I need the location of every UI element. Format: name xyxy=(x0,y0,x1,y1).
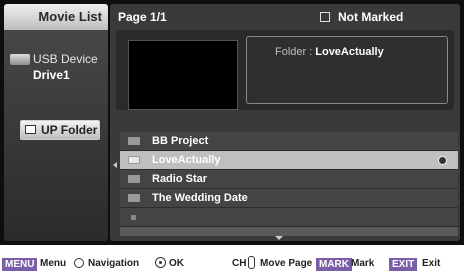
ok-icon xyxy=(155,257,166,268)
ok-label: OK xyxy=(169,258,184,269)
list-item-label: BB Project xyxy=(152,135,209,147)
list-item[interactable]: The Wedding Date xyxy=(120,189,458,208)
folder-sep: : xyxy=(309,46,313,58)
exit-key-tag[interactable]: EXIT xyxy=(389,258,418,271)
folder-icon xyxy=(128,175,140,183)
preview-panel: Folder: LoveActually xyxy=(116,30,454,110)
list-item-label: Radio Star xyxy=(152,173,208,185)
sidebar-title: Movie List xyxy=(4,4,108,30)
list-item[interactable]: BB Project xyxy=(120,132,458,151)
folder-up-icon xyxy=(25,125,36,134)
preview-thumbnail xyxy=(128,40,238,110)
folder-icon xyxy=(128,156,140,164)
folder-value: LoveActually xyxy=(315,46,384,58)
movie-list-screen: Movie List USB Device Drive1 UP Folder P… xyxy=(0,0,464,245)
file-list: BB Project LoveActually Radio Star The W… xyxy=(120,132,458,236)
list-item-label: The Wedding Date xyxy=(152,192,248,204)
footer-help-bar: MENU Menu Navigation OK CH Move Page MAR… xyxy=(0,255,464,275)
page-indicator: Page 1/1 xyxy=(118,10,167,24)
list-item-selected[interactable]: LoveActually xyxy=(120,151,458,170)
up-folder-button[interactable]: UP Folder xyxy=(20,120,100,140)
up-folder-label: UP Folder xyxy=(41,123,98,137)
main-panel: Page 1/1 Not Marked Folder: LoveActually … xyxy=(110,4,460,241)
move-page-label: Move Page xyxy=(260,258,313,269)
menu-label: Menu xyxy=(40,258,67,269)
left-arrow-icon xyxy=(113,162,117,168)
info-box: Folder: LoveActually xyxy=(246,36,448,104)
checkbox-icon xyxy=(320,11,330,22)
empty-list-item xyxy=(120,208,458,227)
drive-label: Drive1 xyxy=(33,68,70,82)
scroll-down-icon[interactable] xyxy=(275,236,283,240)
folder-icon xyxy=(128,194,140,202)
channel-updown-icon xyxy=(248,256,255,269)
mark-label: Mark xyxy=(351,258,375,269)
list-item[interactable]: Radio Star xyxy=(120,170,458,189)
navigation-icon xyxy=(74,258,84,268)
usb-icon xyxy=(10,54,30,65)
marked-status: Not Marked xyxy=(320,4,403,30)
folder-info: Folder: LoveActually xyxy=(275,46,384,58)
sidebar: Movie List USB Device Drive1 UP Folder xyxy=(4,4,108,241)
empty-slot-icon xyxy=(131,215,136,220)
exit-label: Exit xyxy=(422,258,441,269)
list-item-label: LoveActually xyxy=(152,154,221,166)
navigation-label: Navigation xyxy=(88,258,140,269)
ch-label: CH xyxy=(232,258,247,269)
top-bar: Page 1/1 Not Marked xyxy=(110,4,460,30)
mark-key-tag[interactable]: MARK xyxy=(316,258,352,271)
device-label: USB Device xyxy=(33,52,98,66)
folder-key: Folder xyxy=(275,46,307,58)
marked-status-label: Not Marked xyxy=(338,10,404,24)
mark-indicator-icon xyxy=(439,157,446,164)
menu-key-tag[interactable]: MENU xyxy=(2,258,38,271)
folder-icon xyxy=(128,137,140,145)
